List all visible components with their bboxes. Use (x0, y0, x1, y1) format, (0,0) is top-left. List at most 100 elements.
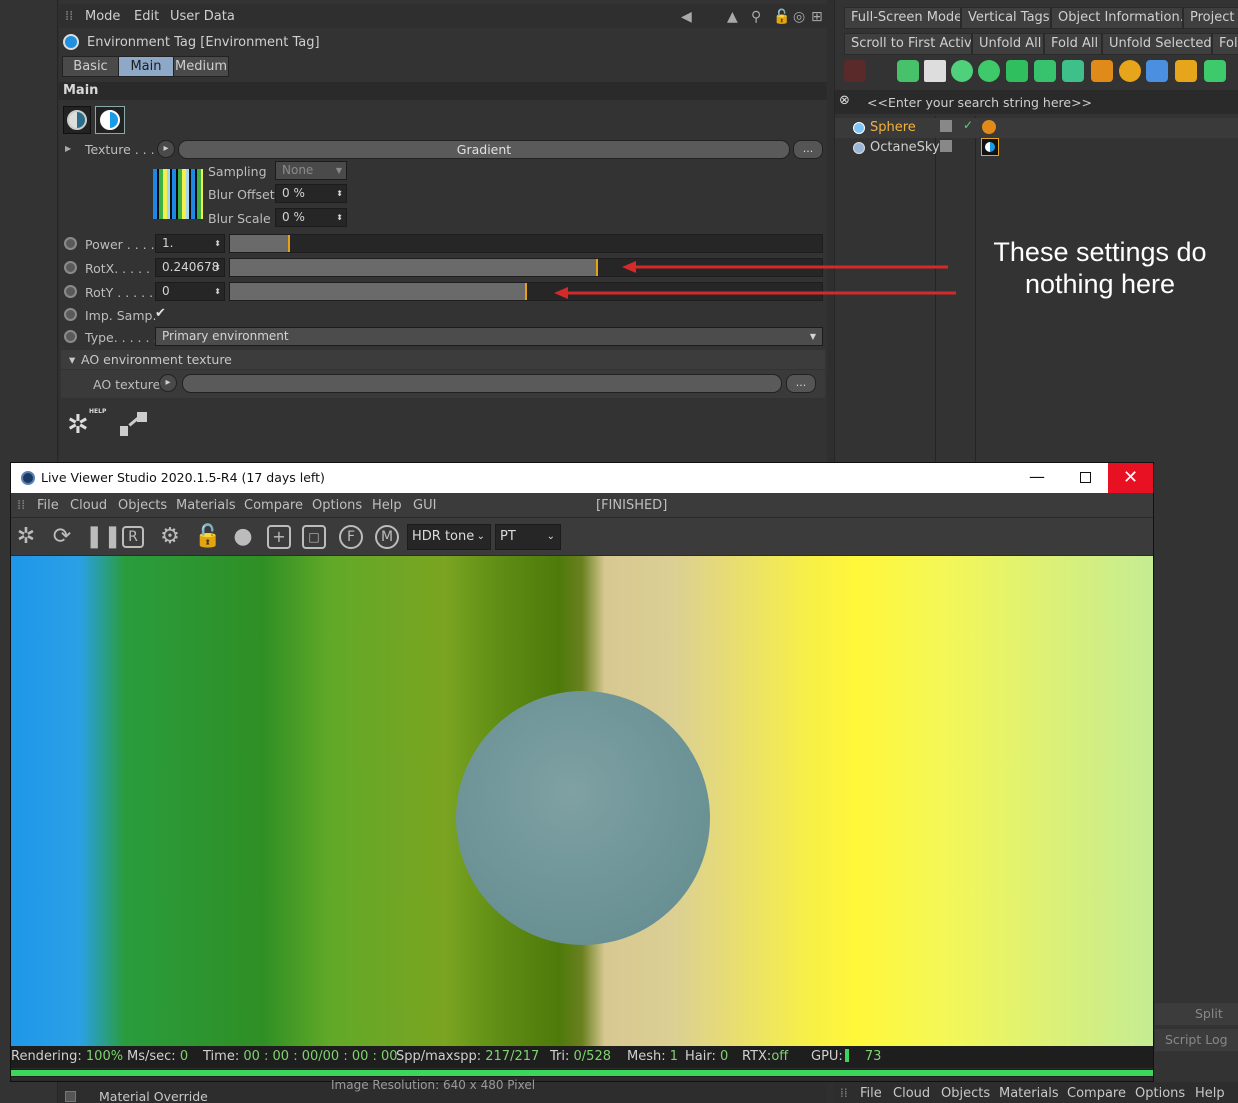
region-render-icon[interactable]: R (122, 526, 144, 548)
menu-edit[interactable]: Edit (134, 9, 159, 24)
split-tab[interactable]: Split (1155, 1003, 1238, 1025)
roty-field[interactable]: 0 ⬍ (155, 282, 225, 301)
hierarchy-icon[interactable] (1146, 60, 1168, 82)
arrow-back-icon[interactable]: ◀ (681, 9, 692, 25)
ao-section-header[interactable]: ▾ AO environment texture (61, 350, 825, 369)
spinner-icon[interactable]: ⬍ (336, 209, 343, 226)
forbidden-icon[interactable] (1119, 60, 1141, 82)
half-sphere-icon[interactable] (978, 60, 1000, 82)
power-animate-radio[interactable] (64, 237, 77, 250)
unfold-selected-button[interactable]: Unfold Selected (1102, 33, 1212, 55)
minimize-icon[interactable]: — (1029, 467, 1045, 486)
maximize-icon[interactable] (1080, 472, 1091, 483)
node-editor-icon[interactable] (117, 410, 151, 440)
spinner-icon[interactable]: ⬍ (214, 235, 221, 252)
tab-basic[interactable]: Basic (62, 56, 119, 77)
roty-animate-radio[interactable] (64, 285, 77, 298)
pause-icon[interactable]: ❚❚ (85, 524, 122, 550)
kernel-select[interactable]: PT ⌄ (495, 524, 561, 550)
imp-samp-animate-radio[interactable] (64, 308, 77, 321)
link-icon[interactable] (1006, 60, 1028, 82)
layers-icon[interactable] (1062, 60, 1084, 82)
green-cube-icon[interactable] (1204, 60, 1226, 82)
object-information-button[interactable]: Object Information... (1051, 7, 1183, 29)
script-log-tab[interactable]: Script Log (1155, 1029, 1238, 1051)
lv-menu-options[interactable]: Options (312, 498, 362, 513)
br-menu-options[interactable]: Options (1135, 1086, 1185, 1101)
focus-pick-icon[interactable]: F (339, 525, 363, 549)
lock-icon[interactable]: 🔓 (773, 9, 790, 25)
imp-samp-checkbox[interactable]: ✔ (155, 306, 166, 321)
object-row-sphere[interactable]: Sphere ✓ (835, 118, 1238, 138)
lv-menu-help[interactable]: Help (372, 498, 402, 513)
object-row-octanesky[interactable]: OctaneSky (835, 138, 1238, 158)
enabled-check-icon[interactable]: ✓ (963, 118, 973, 132)
rotx-animate-radio[interactable] (64, 261, 77, 274)
live-viewer-titlebar[interactable]: Live Viewer Studio 2020.1.5-R4 (17 days … (11, 463, 1153, 493)
new-window-icon[interactable]: ⊞ (811, 9, 823, 25)
type-animate-radio[interactable] (64, 330, 77, 343)
power-slider[interactable] (229, 234, 823, 253)
menu-mode[interactable]: Mode (85, 9, 120, 24)
br-menu-file[interactable]: File (860, 1086, 882, 1101)
eye-icon[interactable] (1091, 60, 1113, 82)
rotx-field[interactable]: 0.240678 ⬍ (155, 258, 225, 277)
vertical-tags-button[interactable]: Vertical Tags (961, 7, 1051, 29)
env-icon-button-1[interactable] (63, 106, 91, 134)
capsule-icon[interactable] (951, 60, 973, 82)
material-tag-icon[interactable] (982, 120, 996, 134)
tone-select[interactable]: HDR tone ⌄ (407, 524, 491, 550)
texture-more-button[interactable]: ... (793, 140, 823, 159)
close-window-button[interactable]: ✕ (1108, 463, 1153, 493)
target-icon[interactable]: ◎ (793, 9, 805, 25)
menu-user-data[interactable]: User Data (170, 9, 235, 24)
br-menu-compare[interactable]: Compare (1067, 1086, 1126, 1101)
layer-icon[interactable] (940, 120, 952, 132)
tab-main[interactable]: Main (118, 56, 174, 77)
br-menu-objects[interactable]: Objects (941, 1086, 990, 1101)
lv-menu-materials[interactable]: Materials (176, 498, 236, 513)
l0-icon[interactable] (924, 60, 946, 82)
environment-tag-selected[interactable] (981, 138, 999, 156)
unlock-icon[interactable]: 🔓 (194, 524, 221, 550)
power-field[interactable]: 1. ⬍ (155, 234, 225, 253)
tab-medium[interactable]: Medium (173, 56, 229, 77)
ao-texture-arrow-button[interactable]: ▸ (159, 374, 177, 392)
material-pick-icon[interactable]: M (375, 525, 399, 549)
roty-slider-knob[interactable] (525, 283, 527, 300)
br-menu-cloud[interactable]: Cloud (893, 1086, 930, 1101)
add-region-icon[interactable]: + (267, 525, 291, 549)
fold-selected-button[interactable]: Fold (1212, 33, 1238, 55)
expand-triangle-icon[interactable]: ▶ (65, 144, 71, 153)
texture-arrow-button[interactable]: ▸ (157, 140, 175, 158)
layer-icon[interactable] (940, 140, 952, 152)
scroll-to-first-active-button[interactable]: Scroll to First Active (844, 33, 972, 55)
br-menu-materials[interactable]: Materials (999, 1086, 1059, 1101)
spinner-icon[interactable]: ⬍ (336, 185, 343, 202)
clapper-icon[interactable] (1175, 60, 1197, 82)
camera-icon[interactable] (844, 60, 866, 82)
br-menu-help[interactable]: Help (1195, 1086, 1225, 1101)
type-select[interactable]: Primary environment ▼ (155, 327, 823, 346)
cube-select-icon[interactable] (897, 60, 919, 82)
blur-offset-field[interactable]: 0 % ⬍ (275, 184, 347, 203)
render-viewport[interactable] (11, 556, 1153, 1046)
ao-texture-more-button[interactable]: ... (786, 374, 816, 393)
sampling-select[interactable]: None ▼ (275, 161, 347, 180)
env-icon-button-2[interactable] (95, 106, 125, 134)
object-name-sphere[interactable]: Sphere (870, 120, 916, 135)
lv-menu-cloud[interactable]: Cloud (70, 498, 107, 513)
material-ball-icon[interactable]: ● (230, 524, 256, 550)
lv-menu-gui[interactable]: GUI (413, 498, 436, 513)
restart-icon[interactable]: ⟳ (49, 524, 75, 550)
vase-icon[interactable] (1034, 60, 1056, 82)
send-scene-icon[interactable]: ✲ (13, 524, 39, 550)
search-input[interactable]: <<Enter your search string here>> (867, 95, 1092, 110)
film-region-icon[interactable]: □ (302, 525, 326, 549)
fold-all-button[interactable]: Fold All (1044, 33, 1102, 55)
project-info-button[interactable]: Project In (1183, 7, 1238, 29)
unfold-all-button[interactable]: Unfold All (972, 33, 1044, 55)
lv-menu-compare[interactable]: Compare (244, 498, 303, 513)
texture-shader-button[interactable]: Gradient (178, 140, 790, 159)
spinner-icon[interactable]: ⬍ (214, 283, 221, 300)
